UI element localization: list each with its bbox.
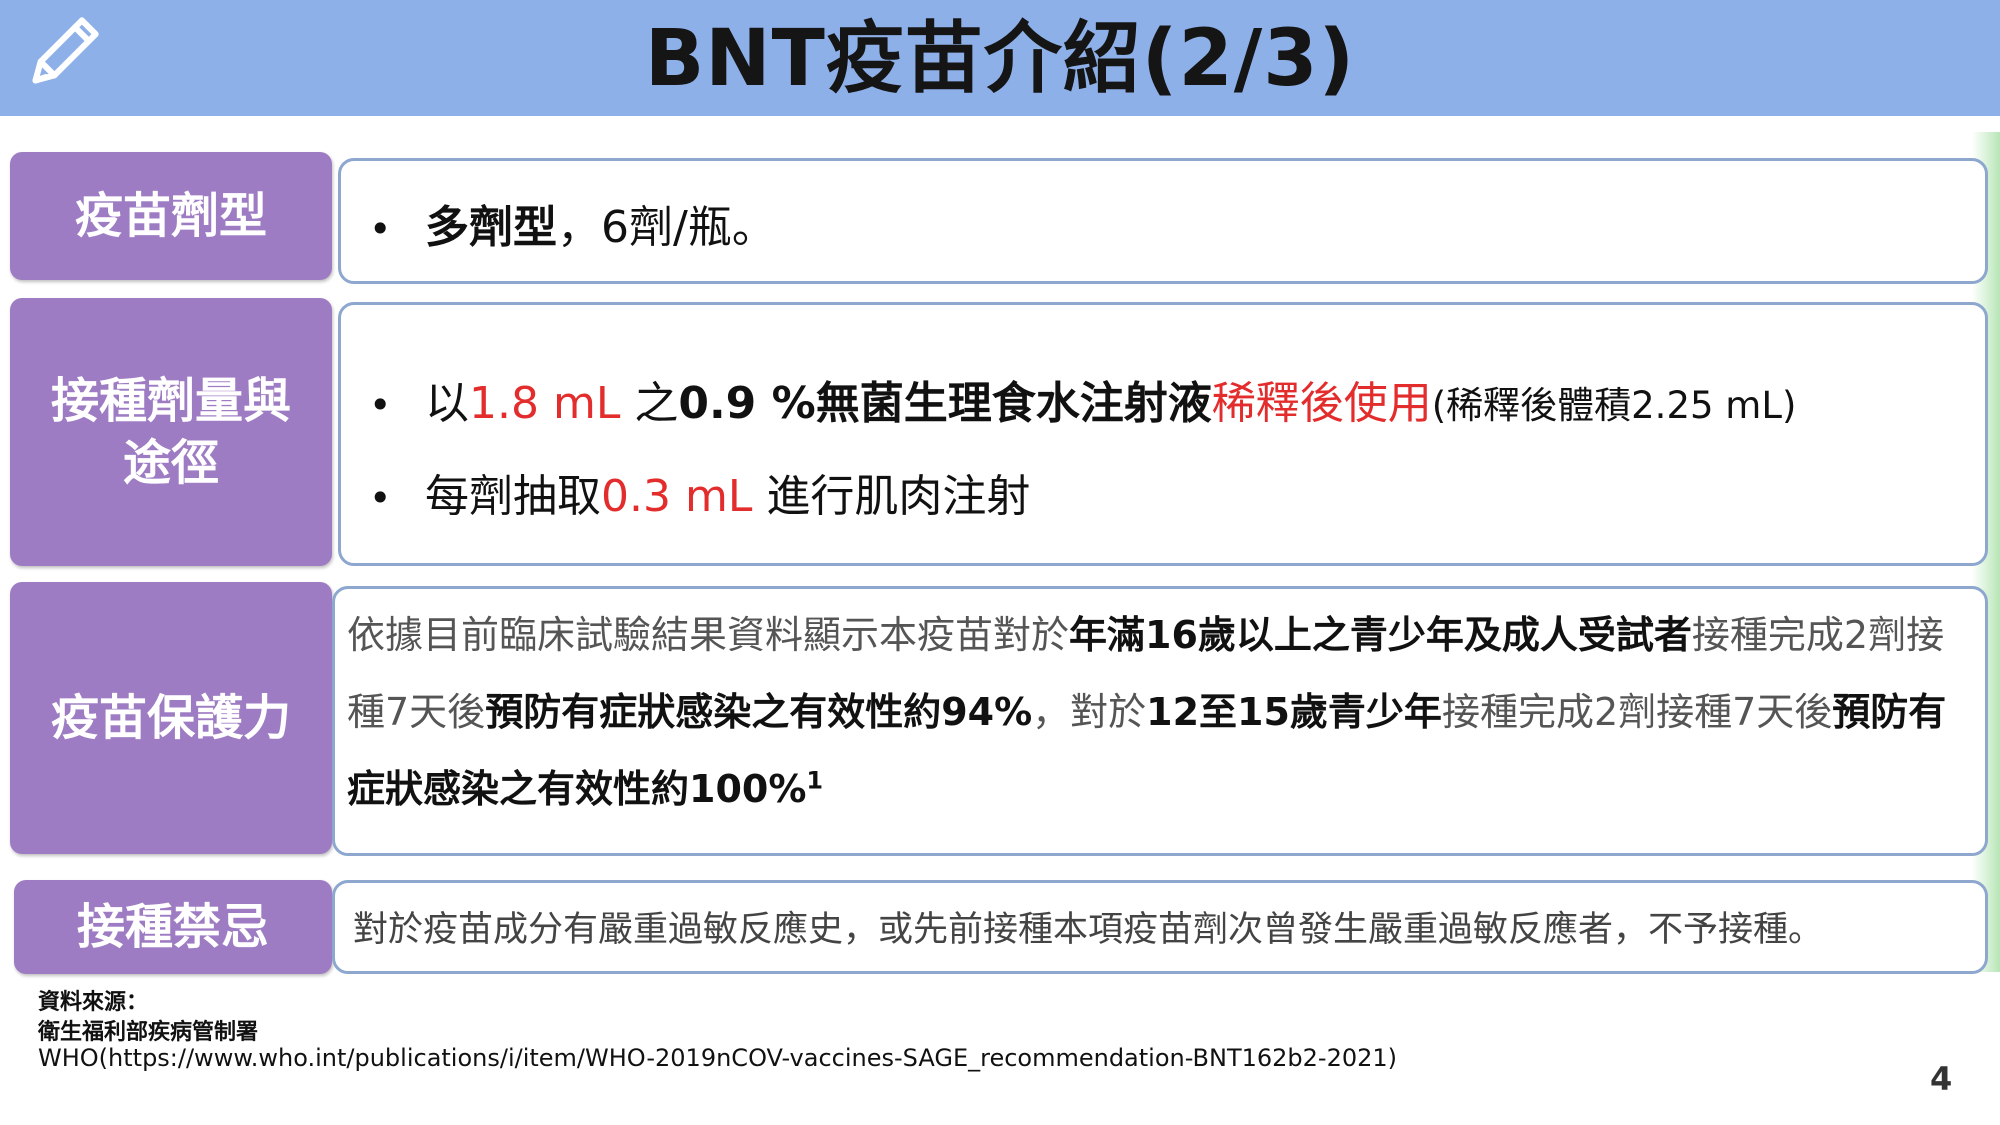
source-label: 資料來源： — [38, 990, 149, 1015]
formulation-line: • 多劑型，6劑/瓶。 — [369, 202, 776, 253]
contraindication-text: 對於疫苗成分有嚴重過敏反應史，或先前接種本項疫苗劑次曾發生嚴重過敏反應者，不予接… — [353, 910, 1824, 950]
source-who: WHO(https://www.who.int/publications/i/i… — [38, 1044, 1398, 1072]
box-dosage: • 以1.8 mL 之0.9 %無菌生理食水注射液稀釋後使用(稀釋後體積2.25 … — [338, 302, 1988, 566]
efficacy-paragraph: 依據目前臨床試驗結果資料顯示本疫苗對於年滿16歲以上之青少年及成人受試者接種完成… — [347, 613, 1947, 811]
page-title: BNT疫苗介紹(2/3) — [644, 14, 1356, 104]
box-efficacy: 依據目前臨床試驗結果資料顯示本疫苗對於年滿16歲以上之青少年及成人受試者接種完成… — [332, 586, 1988, 856]
page-number: 4 — [1930, 1060, 1953, 1098]
bullet-icon: • — [369, 383, 392, 427]
label-formulation: 疫苗劑型 — [10, 152, 332, 280]
bullet-icon: • — [369, 476, 392, 520]
dosage-line-2: • 每劑抽取0.3 mL 進行肌肉注射 — [369, 471, 1031, 522]
label-dosage: 接種劑量與 途徑 — [10, 298, 332, 566]
title-bar: BNT疫苗介紹(2/3) — [0, 0, 2000, 116]
label-contraindication: 接種禁忌 — [14, 880, 332, 974]
source-cdc: 衛生福利部疾病管制署 — [38, 1020, 259, 1045]
box-contraindication: 對於疫苗成分有嚴重過敏反應史，或先前接種本項疫苗劑次曾發生嚴重過敏反應者，不予接… — [332, 880, 1988, 974]
box-formulation: • 多劑型，6劑/瓶。 — [338, 158, 1988, 284]
dosage-line-1: • 以1.8 mL 之0.9 %無菌生理食水注射液稀釋後使用(稀釋後體積2.25 … — [369, 378, 1797, 429]
bullet-icon: • — [369, 207, 392, 251]
footnote-marker: 1 — [806, 766, 824, 795]
label-efficacy: 疫苗保護力 — [10, 582, 332, 854]
